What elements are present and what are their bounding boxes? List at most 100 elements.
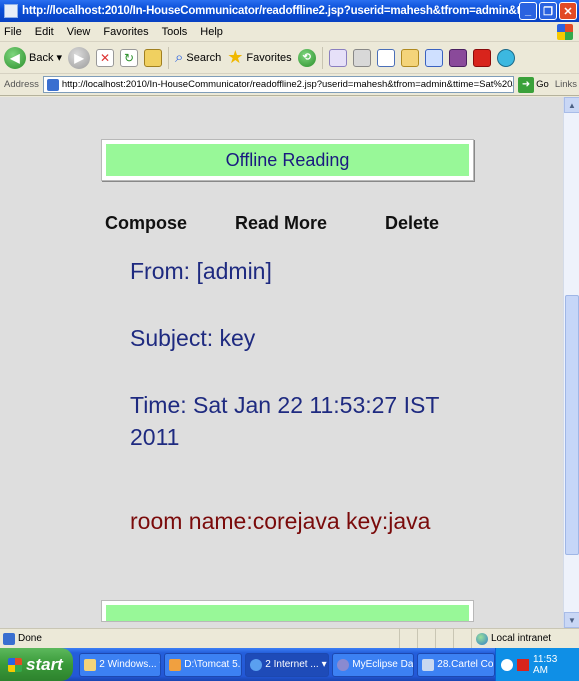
status-text: Done	[18, 633, 42, 644]
chevron-down-icon: ▾	[160, 659, 161, 670]
ie-icon	[250, 658, 263, 671]
chevron-down-icon: ▾	[321, 659, 327, 670]
go-button[interactable]: ➜ Go	[518, 76, 549, 93]
menu-favorites[interactable]: Favorites	[103, 26, 148, 38]
status-pane	[435, 629, 453, 648]
tray-network-icon[interactable]	[501, 658, 514, 671]
back-arrow-icon: ◀	[4, 46, 26, 69]
status-pane	[399, 629, 417, 648]
page-icon	[46, 78, 59, 91]
title-bar: http://localhost:2010/In-HouseCommunicat…	[0, 0, 579, 22]
favorites-button[interactable]: ★ Favorites	[227, 47, 291, 68]
header-box: Offline Reading	[101, 139, 474, 181]
print-button[interactable]	[352, 48, 371, 67]
antivirus-button[interactable]	[472, 48, 491, 67]
forward-button[interactable]: ▶	[68, 46, 90, 69]
history-button[interactable]: ⟲	[297, 48, 316, 67]
taskbar-item-tomcat[interactable]: D:\Tomcat 5...	[164, 652, 243, 677]
toolbar-divider	[321, 46, 323, 69]
home-button[interactable]	[144, 48, 162, 67]
page-content: Offline Reading Compose Read More Delete…	[0, 97, 563, 628]
menu-edit[interactable]: Edit	[35, 26, 54, 38]
message-body: room name:corejava key:java	[130, 508, 431, 534]
ie-page-icon	[4, 4, 18, 18]
chevron-down-icon: ▾	[56, 52, 62, 64]
folder-button[interactable]	[400, 48, 419, 67]
task-list: 2 Windows... ▾ D:\Tomcat 5... 2 Internet…	[73, 652, 496, 677]
delete-link[interactable]: Delete	[385, 213, 439, 234]
footer-bar	[106, 605, 469, 621]
address-input[interactable]: http://localhost:2010/In-HouseCommunicat…	[42, 76, 515, 93]
taskbar-item-myeclipse[interactable]: MyEclipse Da...	[332, 652, 415, 677]
page-done-icon	[3, 632, 15, 645]
security-zone: Local intranet	[471, 629, 579, 648]
start-label: start	[26, 654, 63, 674]
scroll-thumb[interactable]	[565, 295, 579, 555]
task-label: 2 Windows...	[99, 659, 157, 670]
status-pane	[417, 629, 435, 648]
mail-button[interactable]	[328, 48, 347, 67]
edit-button[interactable]	[376, 48, 395, 67]
tomcat-icon	[169, 658, 182, 671]
taskbar-item-internet[interactable]: 2 Internet ... ▾	[245, 652, 330, 677]
message-from: From: [admin]	[130, 258, 272, 284]
intranet-icon	[476, 632, 488, 645]
task-label: 2 Internet ...	[265, 659, 319, 670]
window-title: http://localhost:2010/In-HouseCommunicat…	[22, 5, 519, 17]
menu-file[interactable]: File	[4, 26, 22, 38]
message-time: Time: Sat Jan 22 11:53:27 IST 2011	[130, 389, 439, 453]
document-icon	[422, 658, 435, 671]
toolbar: ◀ Back ▾ ▶ ✕ ↻ ⌕ Search ★ Favorites ⟲	[0, 42, 579, 74]
message-time-line2: 2011	[130, 424, 180, 450]
status-pane	[453, 629, 471, 648]
task-label: D:\Tomcat 5...	[184, 659, 243, 670]
message-subject: Subject: key	[130, 325, 256, 351]
taskbar: start 2 Windows... ▾ D:\Tomcat 5... 2 In…	[0, 648, 579, 681]
address-bar: Address http://localhost:2010/In-HouseCo…	[0, 74, 579, 96]
star-icon: ★	[227, 47, 244, 67]
research-button[interactable]	[448, 48, 467, 67]
close-button[interactable]: ✕	[559, 2, 577, 20]
start-button[interactable]: start	[0, 648, 74, 681]
favorites-label: Favorites	[246, 51, 292, 64]
menu-bar: File Edit View Favorites Tools Help	[0, 22, 579, 42]
minimize-button[interactable]: _	[519, 2, 537, 20]
zone-label: Local intranet	[491, 633, 552, 644]
compose-link[interactable]: Compose	[105, 213, 187, 234]
search-label: Search	[186, 51, 222, 64]
search-button[interactable]: ⌕ Search	[175, 49, 221, 66]
task-label: MyEclipse Da...	[352, 659, 414, 670]
back-label: Back	[29, 51, 54, 64]
read-more-link[interactable]: Read More	[235, 213, 327, 234]
go-arrow-icon: ➜	[518, 76, 535, 93]
maximize-button[interactable]: ❐	[539, 2, 557, 20]
links-toolbar[interactable]: Links	[555, 79, 577, 90]
windows-logo-icon	[557, 24, 573, 40]
menu-help[interactable]: Help	[200, 26, 223, 38]
footer-box	[101, 600, 474, 622]
taskbar-item-windows[interactable]: 2 Windows... ▾	[79, 652, 162, 677]
go-label: Go	[536, 79, 549, 90]
stop-button[interactable]: ✕	[96, 48, 114, 67]
toolbar-divider	[168, 46, 169, 69]
folder-icon	[84, 658, 97, 671]
tray-antivirus-icon[interactable]	[517, 658, 529, 671]
menu-view[interactable]: View	[67, 26, 91, 38]
page-title: Offline Reading	[106, 144, 469, 176]
msn-button[interactable]	[496, 48, 515, 67]
taskbar-item-cartel[interactable]: 28.Cartel Co...	[417, 652, 496, 677]
windows-flag-icon	[8, 657, 22, 672]
menu-tools[interactable]: Tools	[162, 26, 188, 38]
message-time-line1: Time: Sat Jan 22 11:53:27 IST	[130, 392, 440, 418]
address-url: http://localhost:2010/In-HouseCommunicat…	[61, 79, 513, 90]
refresh-button[interactable]: ↻	[120, 48, 138, 67]
eclipse-icon	[337, 658, 350, 671]
messenger-button[interactable]	[424, 48, 443, 67]
address-label: Address	[4, 79, 39, 90]
back-button[interactable]: ◀ Back ▾	[4, 46, 62, 69]
vertical-scrollbar[interactable]: ▲ ▼	[563, 97, 579, 628]
scroll-up-icon[interactable]: ▲	[564, 97, 579, 113]
scroll-down-icon[interactable]: ▼	[564, 612, 579, 628]
task-label: 28.Cartel Co...	[437, 659, 494, 670]
status-bar: Done Local intranet	[0, 628, 579, 648]
